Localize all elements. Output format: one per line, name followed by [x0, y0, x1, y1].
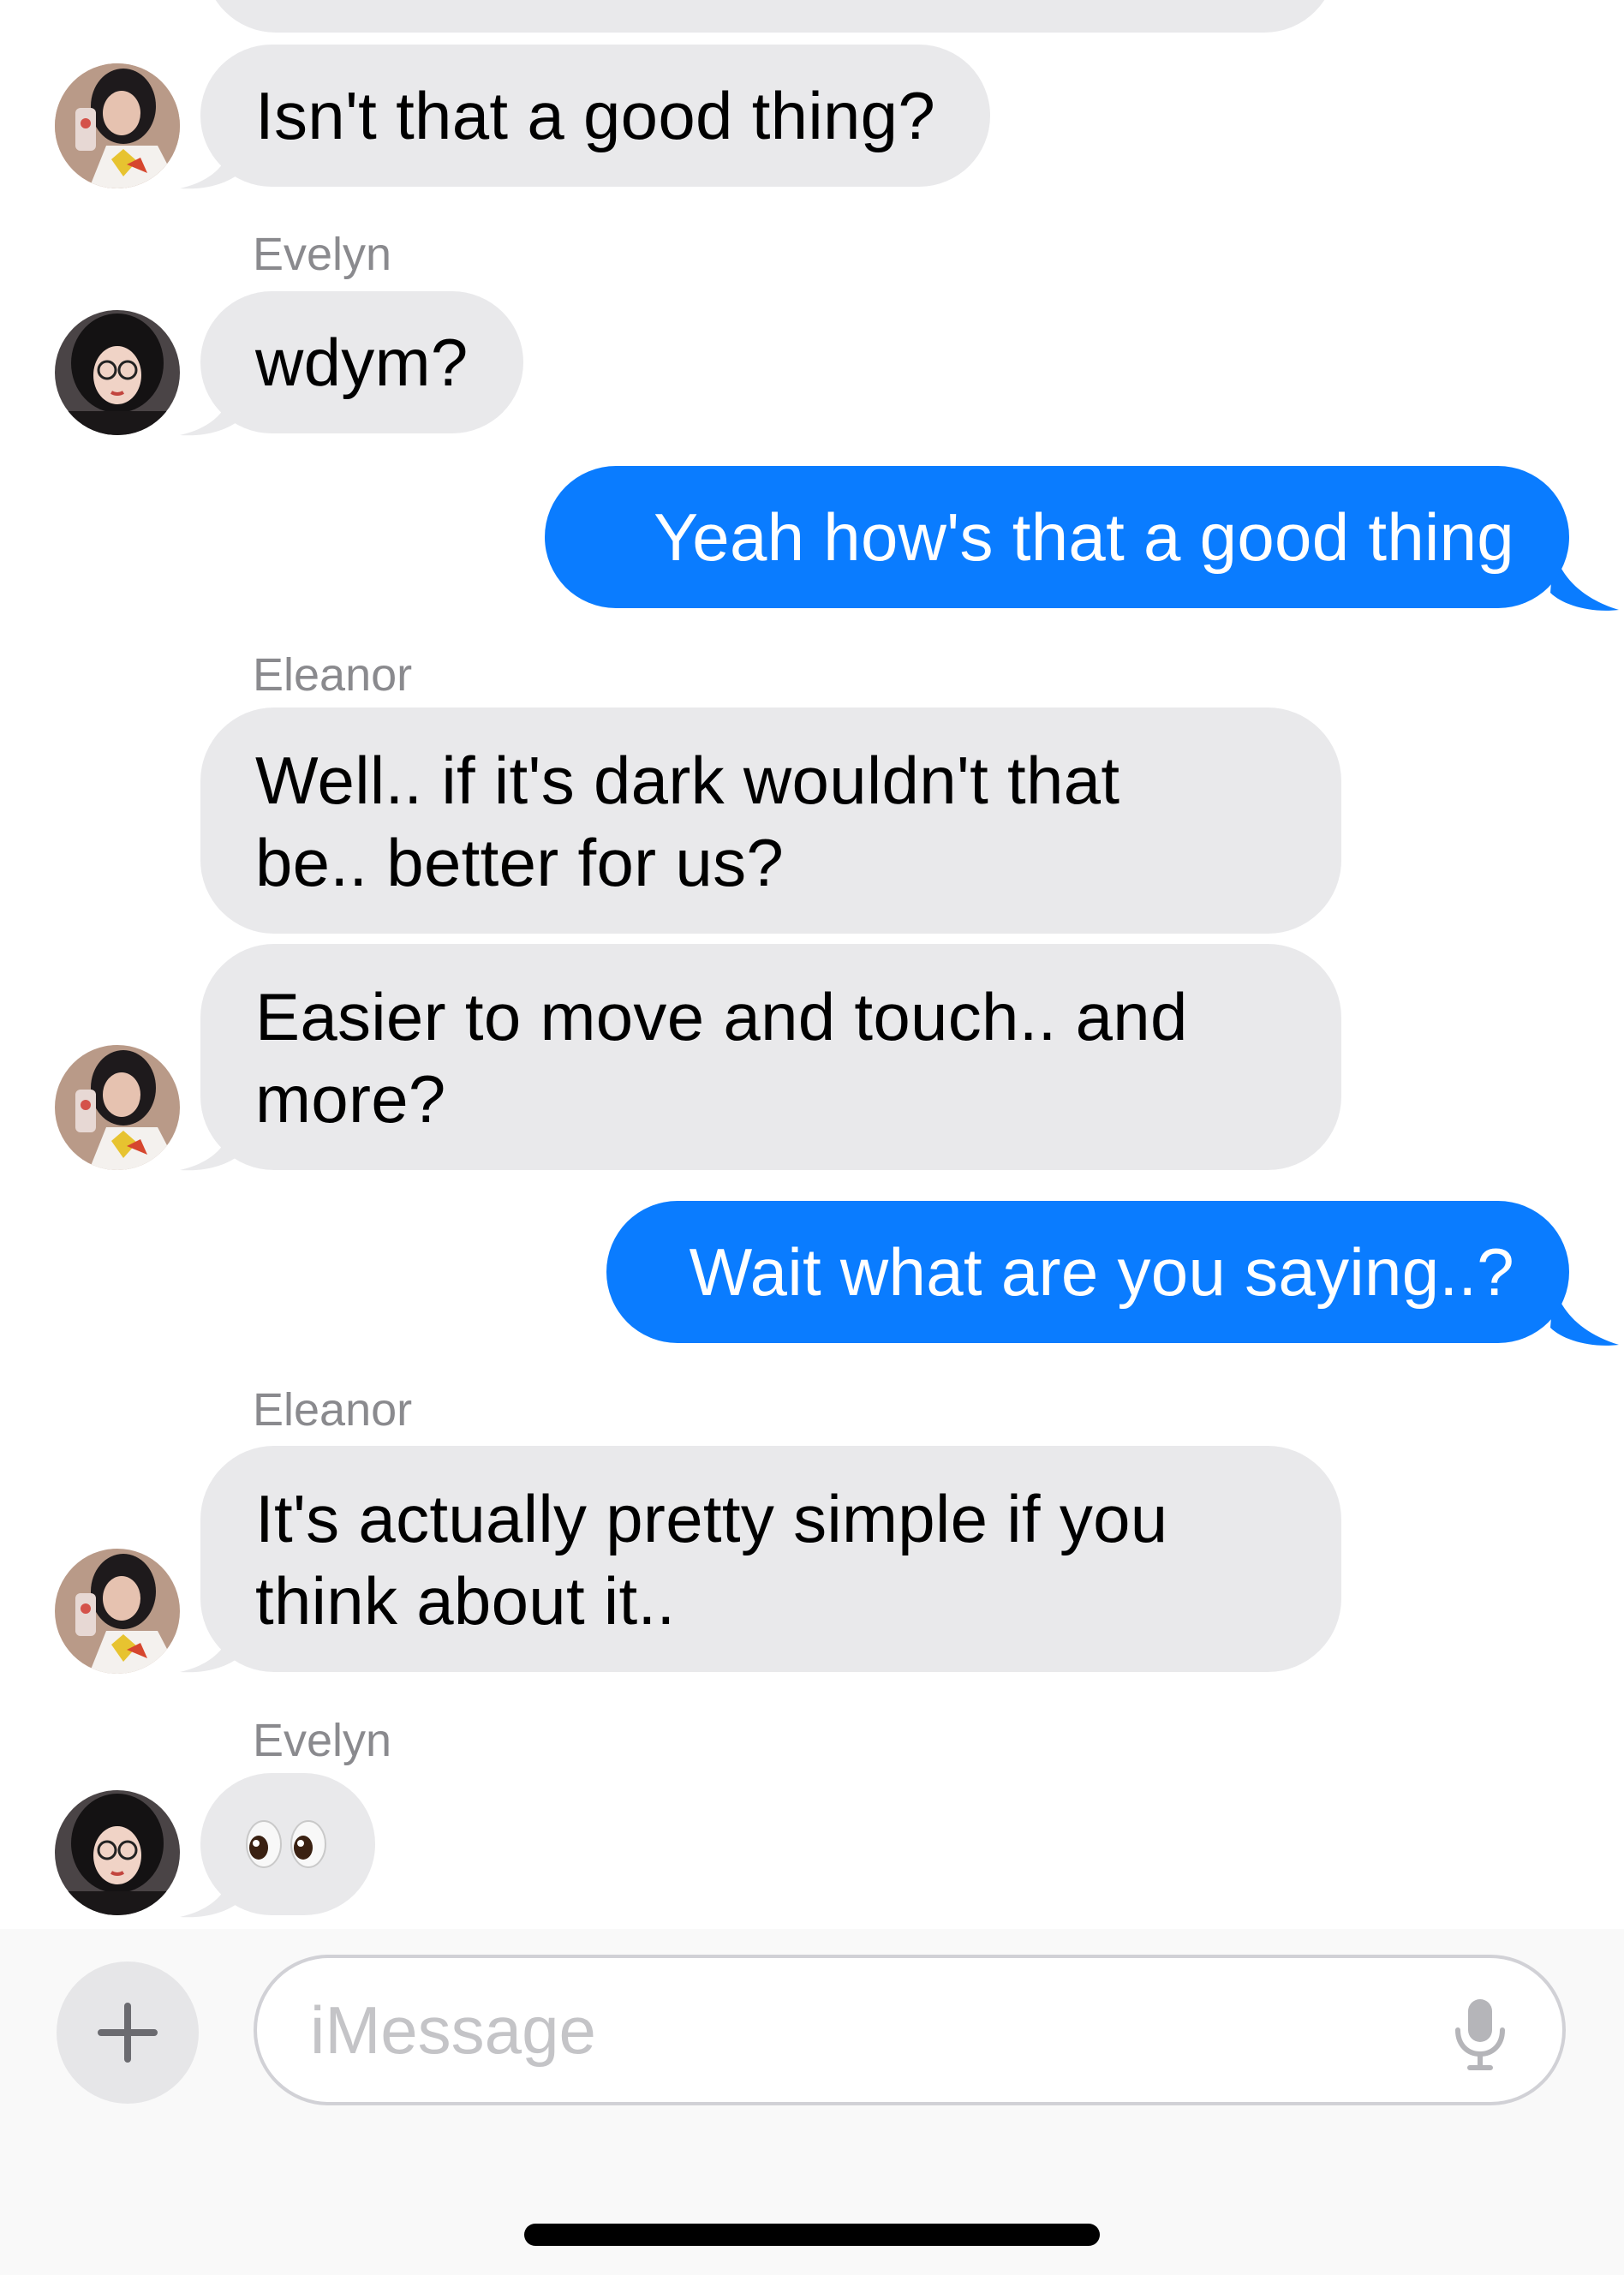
imessage-screen: Isn't that a good thing? Evelyn wdym? Ye… — [0, 0, 1624, 2275]
message-thread[interactable]: Isn't that a good thing? Evelyn wdym? Ye… — [0, 0, 1624, 1929]
avatar-image — [55, 310, 180, 435]
message-text: It's actually pretty simple if you think… — [255, 1481, 1168, 1639]
message-bubble-incoming[interactable]: Easier to move and touch.. and more? — [200, 944, 1341, 1170]
message-bubble-incoming[interactable]: Isn't that a good thing? — [200, 45, 991, 187]
message-text: Isn't that a good thing? — [255, 78, 936, 153]
plus-icon — [98, 2003, 158, 2063]
message-bubble-incoming[interactable] — [200, 1773, 375, 1915]
avatar-image — [55, 1790, 180, 1915]
avatar-eleanor[interactable] — [55, 63, 180, 188]
message-bubble-incoming[interactable]: wdym? — [200, 291, 523, 433]
avatar-eleanor[interactable] — [55, 1549, 180, 1674]
eyes-emoji-icon — [245, 1818, 327, 1870]
avatar-evelyn[interactable] — [55, 310, 180, 435]
message-input-placeholder: iMessage — [310, 1992, 596, 2068]
message-text: Yeah how's that a good thing — [654, 499, 1514, 575]
message-input[interactable]: iMessage — [254, 1955, 1566, 2105]
avatar-image — [55, 1045, 180, 1170]
add-attachment-button[interactable] — [57, 1962, 199, 2104]
message-composer: iMessage — [0, 1929, 1624, 2275]
message-text: wdym? — [255, 325, 469, 400]
home-indicator[interactable] — [524, 2224, 1100, 2246]
message-text: Well.. if it's dark wouldn't that be.. b… — [255, 743, 1120, 900]
avatar-image — [55, 1549, 180, 1674]
message-bubble-outgoing[interactable]: Yeah how's that a good thing — [545, 466, 1569, 608]
sender-name: Eleanor — [253, 1384, 413, 1436]
message-bubble-partial[interactable] — [204, 0, 1336, 33]
message-text: Easier to move and touch.. and more? — [255, 979, 1188, 1137]
avatar-evelyn[interactable] — [55, 1790, 180, 1915]
sender-name: Evelyn — [253, 229, 392, 280]
message-bubble-incoming[interactable]: It's actually pretty simple if you think… — [200, 1446, 1341, 1672]
avatar-eleanor[interactable] — [55, 1045, 180, 1170]
sender-name: Evelyn — [253, 1715, 392, 1766]
sender-name: Eleanor — [253, 649, 413, 701]
microphone-icon[interactable] — [1449, 1996, 1511, 2071]
message-text: Wait what are you saying..? — [689, 1234, 1514, 1310]
message-bubble-outgoing[interactable]: Wait what are you saying..? — [606, 1201, 1569, 1343]
message-bubble-incoming[interactable]: Well.. if it's dark wouldn't that be.. b… — [200, 708, 1341, 934]
avatar-image — [55, 63, 180, 188]
